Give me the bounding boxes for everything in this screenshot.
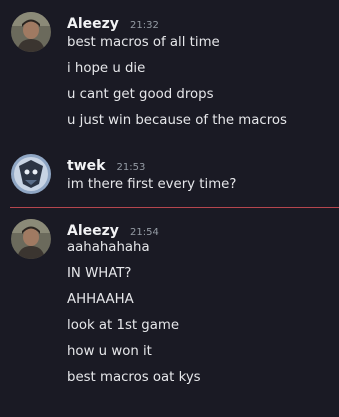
message-group: Aleezy 21:32 best macros of all time i h… bbox=[0, 12, 339, 137]
message-text: how u won it bbox=[67, 344, 152, 359]
message-header: Aleezy 21:32 bbox=[67, 12, 159, 34]
username[interactable]: Aleezy bbox=[67, 223, 119, 239]
message-group: Aleezy 21:54 aahahahaha IN WHAT? AHHAAHA… bbox=[0, 219, 339, 394]
username[interactable]: twek bbox=[67, 158, 105, 174]
timestamp: 21:32 bbox=[130, 20, 159, 31]
avatar[interactable] bbox=[11, 154, 51, 194]
new-messages-divider bbox=[10, 207, 339, 208]
message-text: im there first every time? bbox=[67, 177, 237, 192]
message-group: twek 21:53 im there first every time? bbox=[0, 154, 339, 199]
timestamp: 21:53 bbox=[116, 162, 146, 173]
message-text: best macros of all time bbox=[67, 35, 220, 50]
chat-message-list: Aleezy 21:32 best macros of all time i h… bbox=[0, 0, 339, 417]
message-text: look at 1st game bbox=[67, 318, 180, 333]
message-text: u just win because of the macros bbox=[67, 113, 287, 128]
message-text: IN WHAT? bbox=[67, 266, 132, 281]
message-text: aahahahaha bbox=[67, 240, 150, 255]
message-header: twek 21:53 bbox=[67, 154, 145, 176]
message-text: best macros oat kys bbox=[67, 370, 201, 385]
timestamp: 21:54 bbox=[130, 227, 159, 238]
message-text: i hope u die bbox=[67, 61, 146, 76]
message-text: AHHAAHA bbox=[67, 292, 134, 307]
username[interactable]: Aleezy bbox=[67, 16, 119, 32]
avatar[interactable] bbox=[11, 12, 51, 52]
avatar[interactable] bbox=[11, 219, 51, 259]
message-text: u cant get good drops bbox=[67, 87, 214, 102]
